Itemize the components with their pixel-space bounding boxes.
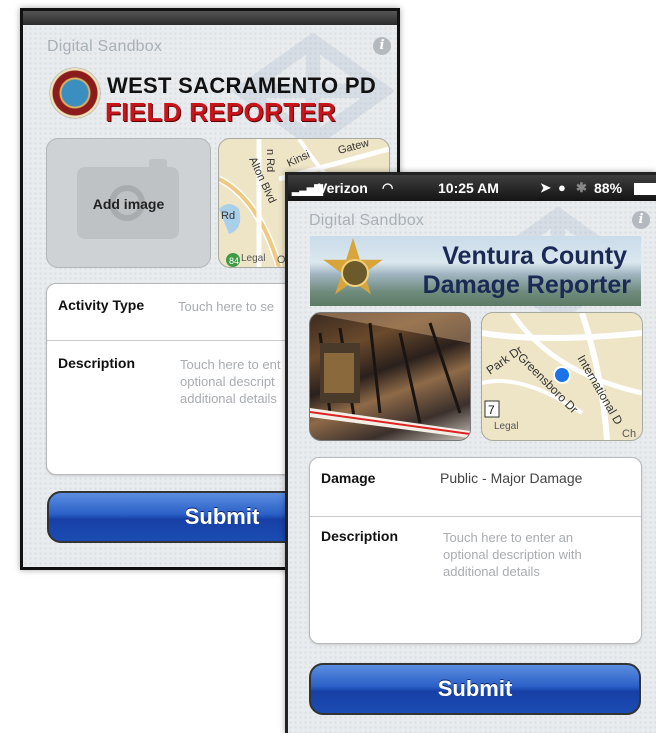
description-placeholder: Touch here to ent optional descript addi… (180, 357, 281, 406)
current-location-pin-icon (553, 366, 571, 384)
city-seal-logo (50, 68, 100, 118)
digital-sandbox-logo: Digital Sandbox (309, 212, 424, 230)
svg-text:7: 7 (488, 403, 495, 417)
app-title-line1: WEST SACRAMENTO PD (107, 73, 377, 98)
svg-text:Ch: Ch (622, 428, 636, 440)
svg-text:n Rd: n Rd (264, 149, 276, 172)
battery-icon (634, 183, 656, 195)
submit-button[interactable]: Submit (309, 663, 641, 715)
route-shield: 84 (229, 256, 239, 266)
map-legal-link: Legal (494, 421, 518, 432)
info-icon[interactable]: i (373, 37, 391, 55)
location-arrow-icon: ➤ (540, 180, 551, 195)
report-form: Damage Public - Major Damage Description… (309, 457, 642, 644)
wifi-icon: ◠ (382, 180, 394, 195)
svg-text:Kinsi: Kinsi (285, 149, 312, 170)
description-label: Description (321, 528, 399, 544)
activity-type-placeholder: Touch here to se (178, 299, 275, 314)
description-label: Description (58, 355, 136, 371)
logo-text: Digital Sandbox (309, 212, 425, 229)
damage-photo[interactable] (309, 312, 471, 441)
info-icon[interactable]: i (632, 211, 650, 229)
map-legal-link: Legal (241, 253, 265, 264)
status-bar (23, 11, 397, 25)
svg-text:International D: International D (574, 353, 625, 428)
location-map[interactable]: Park Dr Greensboro Dr International D 7 … (481, 312, 643, 441)
svg-text:Rd: Rd (221, 210, 235, 222)
add-image-label: Add image (92, 196, 165, 212)
battery-percent: 88% (594, 180, 623, 196)
description-row[interactable]: Description Touch here to enter an optio… (310, 517, 641, 643)
carrier-label: Verizon (318, 180, 368, 196)
digital-sandbox-logo: Digital Sandbox (47, 38, 162, 56)
logo-text: Digital Sandbox (47, 38, 163, 55)
app-title-line2: FIELD REPORTER (105, 97, 336, 127)
banner-title-line2: Damage Reporter (422, 271, 631, 299)
banner-title-line1: Ventura County (442, 242, 627, 270)
header-banner: Ventura County Damage Reporter (310, 236, 641, 306)
ventura-county-screen: ▂▃▅▇ Verizon ◠ 10:25 AM ➤ ● ✱ 88% Digita… (285, 172, 656, 733)
damage-value: Public - Major Damage (440, 470, 583, 486)
status-bar: ▂▃▅▇ Verizon ◠ 10:25 AM ➤ ● ✱ 88% (288, 175, 656, 201)
damage-row[interactable]: Damage Public - Major Damage (310, 458, 641, 516)
activity-type-label: Activity Type (58, 297, 145, 313)
damage-label: Damage (321, 470, 376, 486)
clock: 10:25 AM (438, 180, 499, 196)
description-placeholder: Touch here to enter an optional descript… (443, 530, 582, 579)
bluetooth-icon: ✱ (576, 180, 587, 195)
alarm-clock-icon: ● (558, 180, 566, 195)
add-image-button[interactable]: Add image (46, 138, 211, 268)
